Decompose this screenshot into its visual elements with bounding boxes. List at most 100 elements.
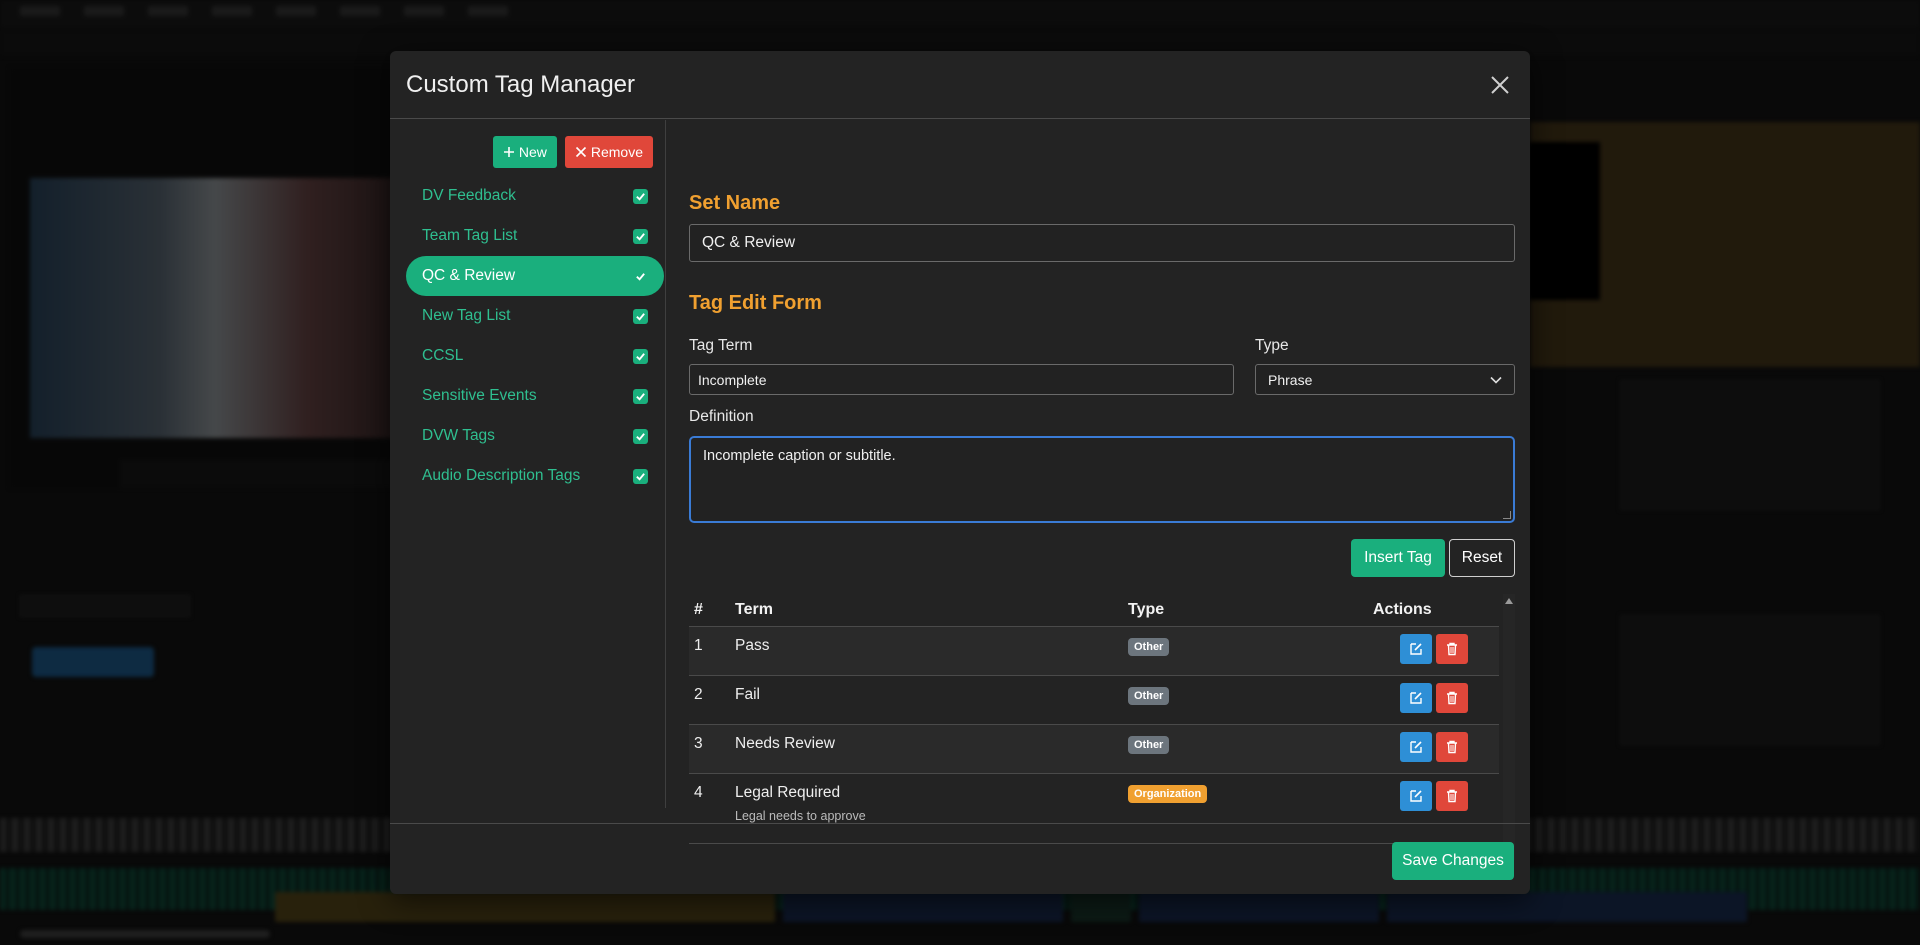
edit-button[interactable] xyxy=(1400,683,1432,713)
tag-set-item-audio-description-tags[interactable]: Audio Description Tags xyxy=(406,456,664,496)
row-definition: Legal needs to approve xyxy=(735,809,866,823)
table-row: 3 Needs Review Other xyxy=(689,725,1499,774)
tag-set-item-qc-review[interactable]: QC & Review xyxy=(406,256,664,296)
tag-set-checkbox[interactable] xyxy=(633,269,648,284)
save-changes-button[interactable]: Save Changes xyxy=(1392,842,1514,880)
type-badge: Other xyxy=(1128,638,1170,656)
tag-term-label: Tag Term xyxy=(689,337,753,354)
modal-title: Custom Tag Manager xyxy=(406,71,636,98)
tag-set-item-team-tag-list[interactable]: Team Tag List xyxy=(406,216,664,256)
edit-icon xyxy=(1410,692,1422,704)
tag-set-label: New Tag List xyxy=(422,307,511,324)
definition-label: Definition xyxy=(689,408,754,425)
remove-set-button[interactable]: Remove xyxy=(564,136,653,168)
tag-set-checkbox[interactable] xyxy=(633,428,648,444)
row-term: Legal Required xyxy=(735,784,841,801)
type-select[interactable]: Phrase xyxy=(1255,364,1515,395)
x-icon xyxy=(575,146,586,158)
custom-tag-manager-dialog: Custom Tag Manager New Remove DV Feedbac… xyxy=(390,51,1530,894)
edit-button[interactable] xyxy=(1400,634,1432,664)
table-header: # Term Type Actions xyxy=(689,594,1499,627)
tag-set-label: CCSL xyxy=(422,347,464,364)
sidebar-actions: New Remove xyxy=(492,136,653,168)
tag-set-item-dvw-tags[interactable]: DVW Tags xyxy=(406,416,664,456)
plus-icon xyxy=(503,147,514,157)
delete-button[interactable] xyxy=(1436,634,1468,664)
definition-textarea[interactable]: Incomplete caption or subtitle. xyxy=(689,436,1515,523)
check-icon xyxy=(636,392,645,401)
definition-text: Incomplete caption or subtitle. xyxy=(703,448,896,464)
edit-icon xyxy=(1410,741,1422,753)
edit-button[interactable] xyxy=(1400,732,1432,762)
modal-footer: Save Changes xyxy=(390,823,1530,894)
row-type-cell: Other xyxy=(1128,627,1373,675)
remove-set-label: Remove xyxy=(590,144,643,160)
edit-icon xyxy=(1410,643,1422,655)
close-icon xyxy=(1491,76,1509,94)
check-icon xyxy=(636,352,645,361)
tags-table: # Term Type Actions 1 Pass Other 2 Fail … xyxy=(689,594,1499,844)
tag-set-checkbox[interactable] xyxy=(633,228,648,244)
edit-button[interactable] xyxy=(1400,781,1432,811)
tag-set-list: DV Feedback Team Tag List QC & Review Ne… xyxy=(406,176,664,496)
header-term: Term xyxy=(735,601,773,618)
row-actions xyxy=(1373,676,1499,724)
scroll-up-arrow-icon[interactable] xyxy=(1505,598,1513,604)
check-icon xyxy=(636,472,645,481)
tag-set-checkbox[interactable] xyxy=(633,308,648,324)
check-icon xyxy=(636,232,645,241)
resize-grip[interactable] xyxy=(1503,511,1511,519)
header-actions: Actions xyxy=(1373,601,1432,618)
reset-button[interactable]: Reset xyxy=(1449,539,1515,577)
row-num: 3 xyxy=(694,735,703,752)
new-set-button[interactable]: New xyxy=(492,136,557,168)
trash-icon xyxy=(1447,789,1457,803)
row-type-cell: Other xyxy=(1128,725,1373,773)
tag-edit-form-heading: Tag Edit Form xyxy=(689,292,822,314)
tag-set-label: Sensitive Events xyxy=(422,387,537,404)
tag-set-item-dv-feedback[interactable]: DV Feedback xyxy=(406,176,664,216)
tag-set-checkbox[interactable] xyxy=(633,388,648,404)
check-icon xyxy=(636,312,645,321)
tag-term-input[interactable]: Incomplete xyxy=(689,364,1234,395)
type-badge: Other xyxy=(1128,736,1170,754)
chevron-down-icon xyxy=(1490,376,1502,384)
new-set-label: New xyxy=(518,144,547,160)
delete-button[interactable] xyxy=(1436,781,1468,811)
row-type-cell: Other xyxy=(1128,676,1373,724)
tag-set-label: Team Tag List xyxy=(422,227,518,244)
tag-editor: Set Name QC & Review Tag Edit Form Tag T… xyxy=(689,120,1515,860)
table-scrollbar[interactable] xyxy=(1503,594,1515,860)
modal-body: New Remove DV Feedback Team Tag List QC … xyxy=(390,120,1530,860)
trash-icon xyxy=(1447,740,1457,754)
row-num: 2 xyxy=(694,686,703,703)
tags-table-container: # Term Type Actions 1 Pass Other 2 Fail … xyxy=(689,594,1515,860)
delete-button[interactable] xyxy=(1436,732,1468,762)
insert-tag-button[interactable]: Insert Tag xyxy=(1351,539,1445,577)
tag-set-sidebar: New Remove DV Feedback Team Tag List QC … xyxy=(406,120,666,808)
row-term: Pass xyxy=(735,637,770,654)
tag-set-item-sensitive-events[interactable]: Sensitive Events xyxy=(406,376,664,416)
tag-set-checkbox[interactable] xyxy=(633,188,648,204)
tag-set-label: Audio Description Tags xyxy=(422,467,581,484)
delete-button[interactable] xyxy=(1436,683,1468,713)
header-type: Type xyxy=(1128,601,1165,618)
row-actions xyxy=(1373,725,1499,773)
tag-set-item-ccsl[interactable]: CCSL xyxy=(406,336,664,376)
edit-icon xyxy=(1410,790,1422,802)
tag-set-checkbox[interactable] xyxy=(633,468,648,484)
check-icon xyxy=(636,432,645,441)
type-label: Type xyxy=(1255,337,1289,354)
tag-set-item-new-tag-list[interactable]: New Tag List xyxy=(406,296,664,336)
table-row: 2 Fail Other xyxy=(689,676,1499,725)
type-select-value: Phrase xyxy=(1268,371,1313,388)
set-name-input[interactable]: QC & Review xyxy=(689,224,1515,262)
tag-set-label: QC & Review xyxy=(422,267,516,284)
trash-icon xyxy=(1447,642,1457,656)
type-badge: Organization xyxy=(1128,785,1208,803)
close-button[interactable] xyxy=(1488,73,1512,97)
tag-set-checkbox[interactable] xyxy=(633,348,648,364)
modal-header: Custom Tag Manager xyxy=(390,51,1530,119)
row-num: 1 xyxy=(694,637,703,654)
set-name-heading: Set Name xyxy=(689,192,781,214)
